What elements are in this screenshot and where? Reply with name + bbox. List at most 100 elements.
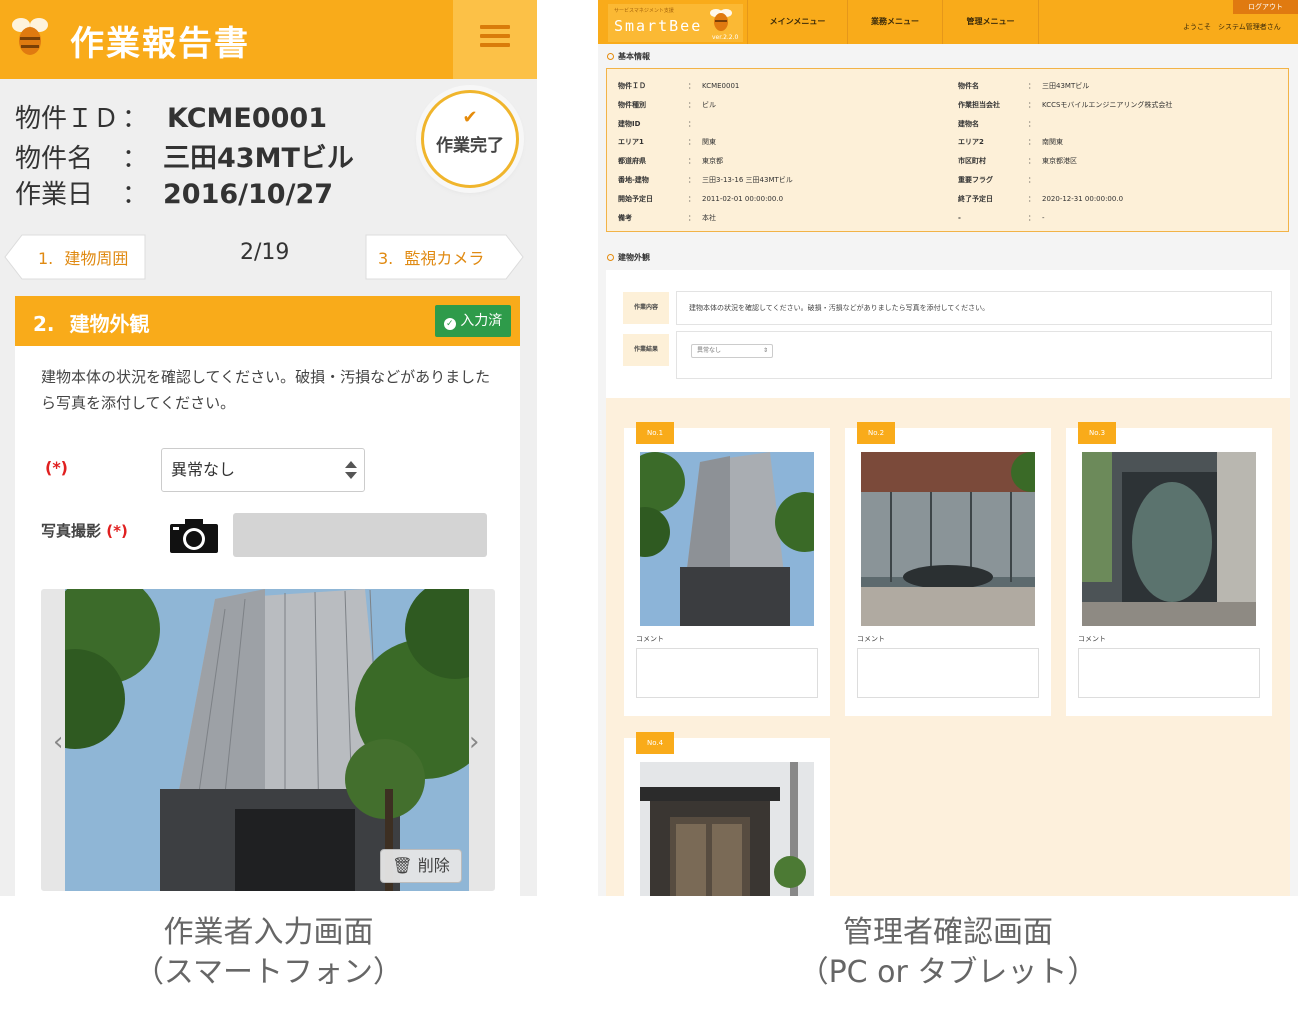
basic-info-sep: ：	[688, 213, 695, 222]
section-header: 2. 建物外観 ✓ 入力済	[15, 296, 520, 346]
circle-bullet-icon	[607, 254, 614, 261]
page-title: 作業報告書	[70, 24, 250, 64]
check-icon: ✔	[462, 107, 478, 128]
basic-info-sep: ：	[688, 138, 695, 147]
basic-info-row: 建物名 ：	[958, 119, 1042, 129]
prev-item-number: 1.	[38, 249, 54, 268]
basic-info-row: 終了予定日 ： 2020-12-31 00:00:00.0	[958, 194, 1123, 204]
basic-info-sep: ：	[688, 194, 695, 203]
basic-info-key: 物件種別	[618, 100, 646, 109]
section-title-text: 建物外観	[69, 312, 150, 336]
comment-label: コメント	[857, 635, 885, 643]
delete-photo-button[interactable]: 🗑 削除	[380, 849, 462, 883]
select-arrows-icon	[345, 461, 357, 479]
photo-number: No.4	[636, 732, 674, 754]
next-item-link[interactable]: 3. 監視カメラ	[378, 245, 484, 269]
basic-info-value: KCME0001	[702, 82, 740, 90]
comment-field[interactable]	[857, 648, 1039, 698]
basic-info-value: 三田43MTビル	[1042, 82, 1090, 90]
pc-screen: サービスマネジメント支援 SmartBee ver.2.2.0 メインメニュー …	[598, 0, 1298, 896]
work-result-value: 異常なし	[697, 347, 722, 354]
basic-info-row: 作業担当会社 ： KCCSモバイルエンジニアリング株式会社	[958, 100, 1172, 110]
circle-bullet-icon	[607, 53, 614, 60]
basic-info-key: 物件ＩＤ	[618, 82, 646, 90]
photo-thumbnail[interactable]	[1082, 452, 1256, 626]
nav-main-menu[interactable]: メインメニュー	[747, 0, 847, 44]
work-content-label: 作業内容	[623, 292, 669, 324]
hamburger-icon	[453, 25, 537, 47]
basic-info-sep: ：	[1028, 119, 1035, 128]
basic-info-row: エリア2 ： 南関東	[958, 137, 1063, 147]
camera-icon[interactable]	[169, 517, 219, 554]
basic-info-key: -	[958, 213, 961, 222]
basic-info-value: 東京都港区	[1042, 157, 1077, 166]
result-select-value: 異常なし	[171, 460, 236, 479]
basic-info-row: -： -	[958, 213, 1045, 223]
next-item-label: 監視カメラ	[404, 249, 485, 268]
exterior-title: 建物外観	[618, 253, 650, 262]
work-complete-label: 作業完了	[436, 136, 504, 156]
work-complete-button[interactable]: ✔ 作業完了	[421, 90, 519, 188]
work-content-text: 建物本体の状況を確認してください。破損・汚損などがありましたら写真を添付してくだ…	[676, 291, 1272, 325]
comment-field[interactable]	[636, 648, 818, 698]
photo-card: No.4	[624, 732, 830, 896]
left-caption-line2: （スマートフォン）	[133, 955, 404, 990]
photo-grid: No.1 コメント No.2 コメント No.3 コメント No.4	[606, 398, 1290, 896]
info-row-id: 物件ＩＤ： KCME0001	[15, 98, 327, 135]
basic-info-key: 建物ID	[618, 119, 641, 128]
check-circle-icon: ✓	[443, 318, 456, 330]
photo-number: No.2	[857, 422, 895, 444]
trash-icon: 🗑	[392, 856, 413, 875]
basic-info-value: 関東	[702, 138, 716, 147]
logout-button[interactable]: ログアウト	[1233, 0, 1298, 14]
logo-name: SmartBee	[614, 17, 703, 35]
photo-label-text: 写真撮影	[41, 522, 102, 540]
basic-info-value: 東京都	[702, 157, 723, 166]
photo-thumbnail[interactable]	[861, 452, 1035, 626]
photo-card: No.1 コメント	[624, 422, 830, 716]
info-value: 三田43MTビル	[163, 143, 354, 174]
basic-info-row: 都道府県 ： 東京都	[618, 156, 723, 166]
basic-info-row: 備考 ： 本社	[618, 213, 716, 223]
menu-button[interactable]	[453, 0, 537, 79]
left-caption: 作業者入力画面 （スマートフォン）	[0, 913, 537, 993]
basic-info-key: エリア2	[958, 138, 984, 147]
basic-info-row: 重要フラグ ：	[958, 175, 1042, 185]
basic-info-heading: 基本情報	[607, 51, 650, 62]
logo-subtitle: サービスマネジメント支援	[614, 8, 674, 14]
mobile-header: 作業報告書	[0, 0, 537, 79]
smartbee-logo[interactable]: サービスマネジメント支援 SmartBee ver.2.2.0	[608, 4, 743, 42]
photo-label: 写真撮影 (*)	[41, 520, 128, 541]
nav-admin-menu[interactable]: 管理メニュー	[942, 0, 1039, 44]
instruction-text: 建物本体の状況を確認してください。破損・汚損などがありましたら写真を添付してくだ…	[41, 368, 491, 412]
comment-field[interactable]	[1078, 648, 1260, 698]
photo-card: No.3 コメント	[1066, 422, 1272, 716]
logo-version: ver.2.2.0	[712, 34, 739, 41]
next-photo-arrow[interactable]: ›	[469, 727, 479, 757]
work-result-label: 作業結果	[623, 334, 669, 366]
basic-info-key: 物件名	[958, 82, 979, 90]
prev-item-link[interactable]: 1. 建物周囲	[38, 245, 128, 269]
basic-info-sep: ：	[1028, 176, 1035, 184]
required-mark: (*)	[45, 458, 68, 477]
photo-thumbnail[interactable]	[640, 452, 814, 626]
welcome-text: ようこそ システム管理者さん	[1183, 23, 1281, 31]
comment-label: コメント	[1078, 635, 1106, 643]
photo-card: No.2 コメント	[845, 422, 1051, 716]
basic-info-value: 2020-12-31 00:00:00.0	[1042, 194, 1124, 203]
basic-info-sep: ：	[1028, 157, 1035, 166]
photo-file-field[interactable]	[233, 513, 487, 557]
basic-info-sep: ：	[688, 100, 695, 109]
exterior-panel: 作業内容 建物本体の状況を確認してください。破損・汚損などがありましたら写真を添…	[606, 270, 1290, 398]
basic-info-panel: 物件ＩＤ ： KCME0001 物件種別 ： ビル 建物ID ： エリア1 ： 関東 都道府県 ： 東京都…	[606, 68, 1289, 232]
result-select[interactable]: 異常なし	[161, 448, 365, 492]
photo-thumbnail[interactable]	[640, 762, 814, 896]
nav-work-menu[interactable]: 業務メニュー	[847, 0, 942, 44]
basic-info-sep: ：	[1028, 82, 1035, 90]
work-result-select[interactable]: 異常なし ⇕	[691, 344, 773, 358]
prev-photo-arrow[interactable]: ‹	[53, 727, 63, 757]
basic-info-sep: ：	[1028, 138, 1035, 147]
basic-info-row: エリア1 ： 関東	[618, 137, 716, 147]
info-sep: ：	[121, 144, 148, 174]
basic-info-row: 物件ＩＤ ： KCME0001	[618, 81, 739, 91]
